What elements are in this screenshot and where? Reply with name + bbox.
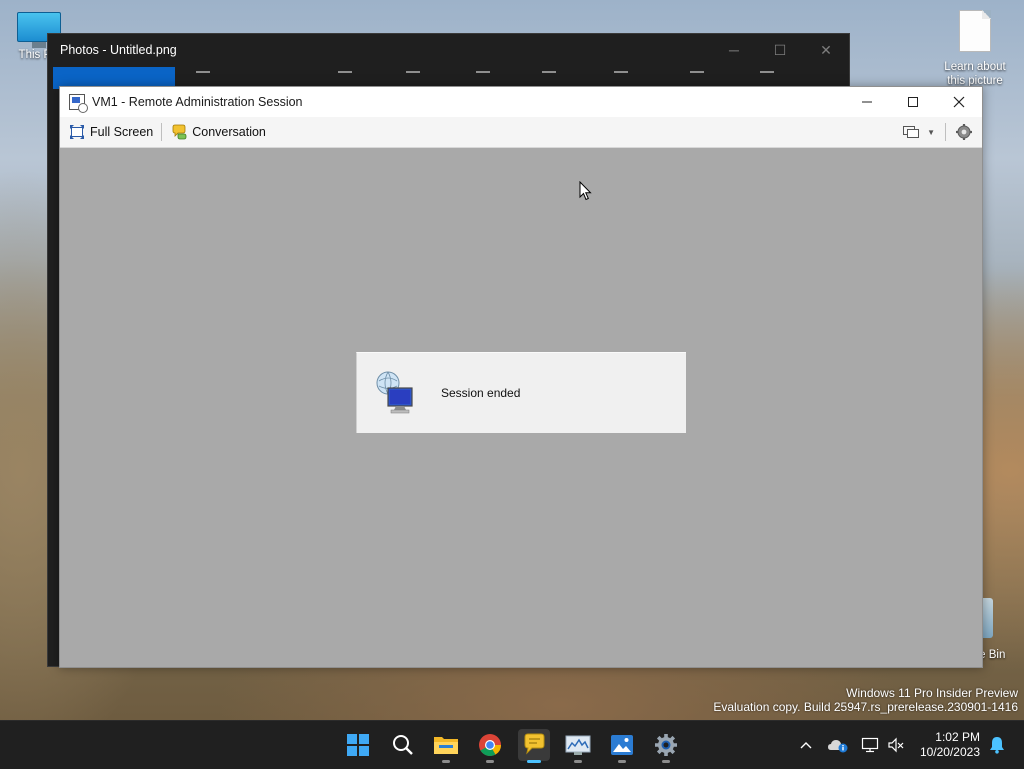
- photos-window-title: Photos - Untitled.png: [60, 43, 177, 57]
- vm-remote-session-window[interactable]: VM1 - Remote Administration Session Full…: [59, 86, 983, 668]
- photos-icon: [611, 735, 633, 755]
- desktop-icon-learn-about-picture[interactable]: Learn about this picture: [937, 10, 1013, 88]
- volume-muted-icon: [888, 737, 904, 753]
- conversation-button[interactable]: Conversation: [167, 120, 270, 144]
- toolbar-fragment: [542, 71, 556, 83]
- remote-connection-icon: [376, 371, 413, 414]
- network-button[interactable]: [858, 721, 882, 769]
- chat-bubble-icon: [524, 733, 545, 755]
- network-icon: [861, 737, 879, 753]
- toolbar-separator: [161, 123, 163, 141]
- settings-gear-icon[interactable]: [955, 123, 973, 141]
- search-button[interactable]: [387, 729, 419, 761]
- toolbar-fragment: [406, 71, 420, 83]
- notifications-button[interactable]: [986, 721, 1008, 769]
- display-options-button[interactable]: ▼: [902, 125, 935, 139]
- gear-icon: [655, 734, 677, 756]
- file-explorer-button[interactable]: [430, 729, 462, 763]
- search-icon: [393, 735, 413, 755]
- photos-titlebar[interactable]: Photos - Untitled.png ─ ☐ ✕: [48, 34, 849, 67]
- photos-maximize-button[interactable]: ☐: [757, 34, 803, 67]
- bell-icon: [990, 737, 1004, 754]
- chrome-icon: [479, 734, 501, 756]
- toolbar-fragment: [338, 71, 352, 83]
- windows-watermark: Windows 11 Pro Insider Preview Evaluatio…: [713, 686, 1018, 714]
- cloud-info-icon: [828, 740, 848, 753]
- session-status-panel: Session ended: [356, 352, 686, 433]
- maximize-icon: [908, 97, 918, 107]
- toolbar-fragment: [196, 71, 210, 83]
- settings-taskbar-button[interactable]: [650, 729, 682, 763]
- full-screen-icon: [70, 125, 84, 139]
- resource-monitor-button[interactable]: [562, 729, 594, 763]
- folder-icon: [434, 737, 458, 754]
- toolbar-fragment: [690, 71, 704, 83]
- photos-minimize-button[interactable]: ─: [711, 34, 757, 67]
- chrome-button[interactable]: [474, 729, 506, 763]
- taskbar-clock[interactable]: 1:02 PM 10/20/2023: [920, 730, 980, 760]
- show-hidden-icons-button[interactable]: [796, 721, 816, 769]
- monitors-icon: [903, 126, 920, 138]
- conversation-icon: [172, 124, 187, 140]
- conversation-label: Conversation: [192, 125, 266, 139]
- remote-session-app-icon: [69, 94, 88, 113]
- toolbar-fragment: [614, 71, 628, 83]
- toolbar-fragment: [476, 71, 490, 83]
- photos-taskbar-button[interactable]: [606, 729, 638, 763]
- close-icon: [953, 96, 965, 108]
- session-ended-message: Session ended: [441, 386, 521, 400]
- monitor-graph-icon: [565, 735, 591, 755]
- vm-window-title: VM1 - Remote Administration Session: [92, 95, 303, 109]
- remote-screen-area[interactable]: Session ended: [60, 148, 982, 667]
- chevron-up-icon: [800, 742, 812, 749]
- clock-date: 10/20/2023: [919, 745, 980, 759]
- chevron-down-icon[interactable]: ▼: [927, 128, 935, 137]
- vm-minimize-button[interactable]: [844, 87, 890, 117]
- toolbar-fragment: [760, 71, 774, 83]
- vm-toolbar: Full Screen Conversation ▼: [60, 117, 982, 148]
- volume-button[interactable]: [884, 721, 908, 769]
- vm-titlebar[interactable]: VM1 - Remote Administration Session: [60, 87, 982, 117]
- clock-time: 1:02 PM: [935, 730, 980, 744]
- start-button[interactable]: [342, 729, 374, 761]
- minimize-icon: [862, 101, 872, 103]
- document-icon: [959, 10, 991, 52]
- mouse-cursor-icon: [579, 181, 592, 201]
- windows-logo-icon: [347, 734, 369, 756]
- full-screen-label: Full Screen: [90, 125, 154, 139]
- vm-maximize-button[interactable]: [890, 87, 936, 117]
- desktop-icon-label: Learn about this picture: [944, 61, 1006, 87]
- photos-close-button[interactable]: ✕: [803, 34, 849, 67]
- taskbar: 1:02 PM 10/20/2023: [0, 720, 1024, 769]
- toolbar-separator: [945, 123, 946, 141]
- vm-close-button[interactable]: [936, 87, 982, 117]
- full-screen-button[interactable]: Full Screen: [65, 120, 157, 144]
- onedrive-status-button[interactable]: [826, 721, 850, 769]
- remote-admin-taskbar-button[interactable]: [518, 729, 550, 763]
